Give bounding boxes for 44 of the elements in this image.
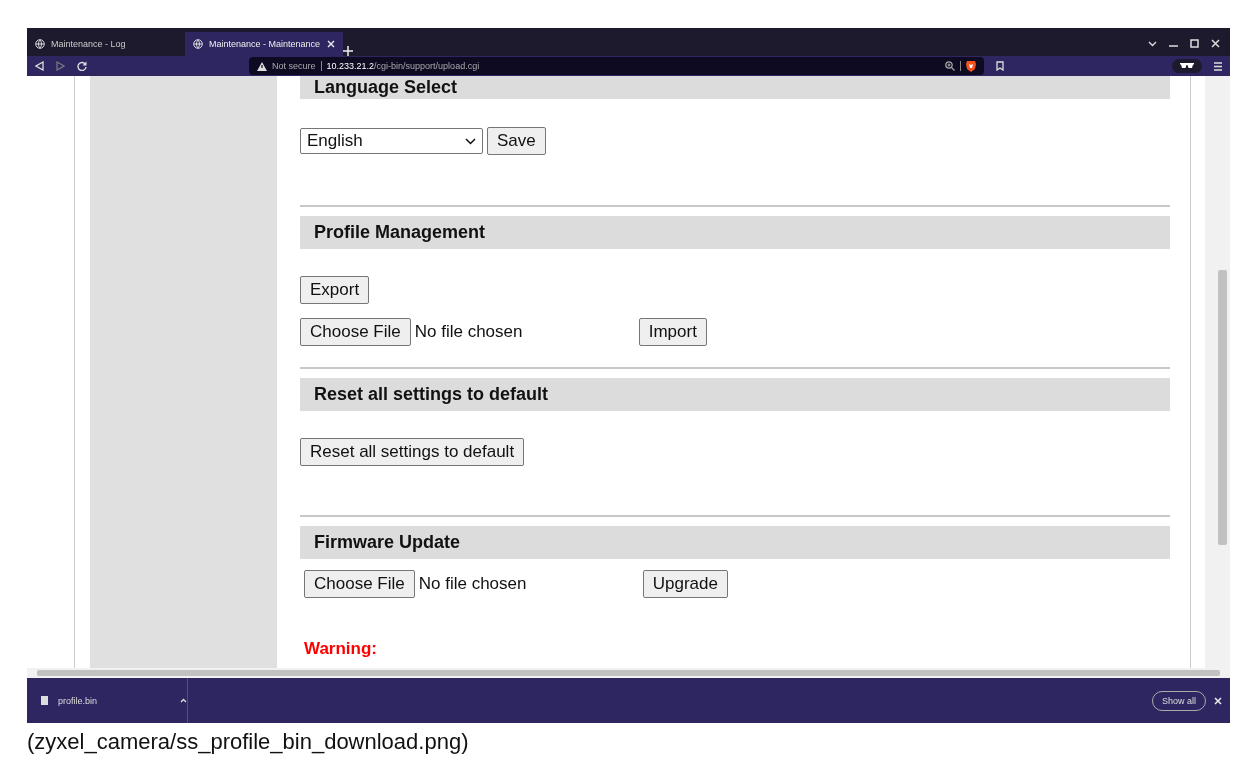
caption-text: (zyxel_camera/ss_profile_bin_download.png)	[27, 728, 470, 755]
choose-file-button[interactable]: Choose File	[304, 570, 415, 598]
import-button[interactable]: Import	[638, 318, 707, 346]
browser-tab[interactable]: Maintenance - Log	[27, 32, 185, 56]
maximize-icon[interactable]	[1190, 39, 1199, 48]
section-heading: Language Select	[300, 76, 1170, 99]
section-heading: Reset all settings to default	[300, 378, 1170, 411]
address-url[interactable]: 10.233.21.2/cgi-bin/support/upload.cgi	[326, 61, 940, 71]
plus-icon[interactable]	[343, 46, 353, 56]
save-button[interactable]: Save	[487, 127, 546, 155]
bookmark-icon[interactable]	[996, 61, 1004, 71]
chevron-down-icon[interactable]	[1148, 40, 1157, 47]
export-button[interactable]: Export	[300, 276, 370, 304]
section-heading: Profile Management	[300, 216, 1170, 249]
reload-icon[interactable]	[77, 61, 87, 71]
file-icon	[41, 696, 48, 705]
language-select[interactable]: English	[300, 128, 483, 154]
horizontal-scrollbar[interactable]	[27, 668, 1230, 678]
file-status: No file chosen	[414, 322, 524, 342]
glasses-icon	[1180, 63, 1194, 69]
warning-icon	[257, 61, 267, 71]
chevron-down-icon	[465, 137, 476, 145]
upgrade-button[interactable]: Upgrade	[642, 570, 728, 598]
reset-button[interactable]: Reset all settings to default	[300, 438, 525, 466]
warning-label: Warning:	[304, 639, 378, 658]
file-status: No file chosen	[418, 574, 528, 594]
caret-up-icon	[180, 698, 187, 703]
vertical-scrollbar[interactable]	[1205, 76, 1230, 668]
zoom-icon[interactable]	[945, 61, 955, 71]
choose-file-button[interactable]: Choose File	[300, 318, 411, 346]
close-icon[interactable]	[1214, 696, 1222, 705]
section-heading: Firmware Update	[300, 526, 1170, 559]
menu-icon[interactable]	[1214, 61, 1222, 71]
close-icon[interactable]	[1211, 39, 1220, 48]
globe-icon	[193, 39, 203, 49]
download-item[interactable]: profile.bin	[27, 678, 188, 723]
browser-tab[interactable]: Maintenance - Maintenance	[185, 32, 343, 56]
private-window-badge[interactable]	[1172, 59, 1202, 73]
back-icon[interactable]	[35, 61, 44, 71]
shield-icon[interactable]	[966, 60, 976, 72]
forward-icon[interactable]	[56, 61, 65, 71]
security-label[interactable]: Not secure	[272, 61, 316, 71]
globe-icon	[35, 39, 45, 49]
close-icon[interactable]	[327, 40, 335, 48]
